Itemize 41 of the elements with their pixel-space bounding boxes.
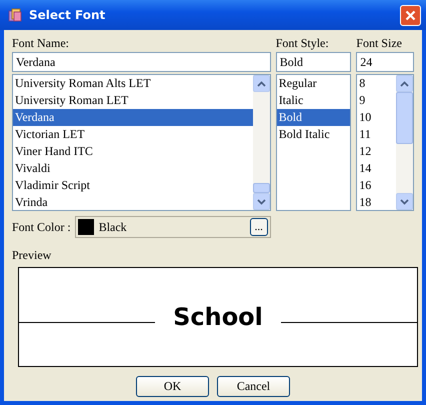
list-item[interactable]: Vrinda — [13, 194, 253, 210]
list-item[interactable]: Italic — [276, 92, 350, 109]
preview-label: Preview — [12, 248, 52, 263]
list-item[interactable]: 10 — [357, 109, 396, 126]
list-item[interactable]: 8 — [357, 75, 396, 92]
list-item[interactable]: 9 — [357, 92, 396, 109]
list-item[interactable]: Viner Hand ITC — [13, 143, 253, 160]
field-label: Font Size — [356, 36, 403, 51]
list-item[interactable]: 12 — [357, 143, 396, 160]
list-item[interactable]: Victorian LET — [13, 126, 253, 143]
list-item[interactable]: 16 — [357, 177, 396, 194]
close-icon — [405, 10, 416, 20]
list-item[interactable]: University Roman Alts LET — [13, 75, 253, 92]
dialog-button[interactable]: OK — [136, 376, 209, 397]
browse-button[interactable]: ... — [250, 218, 268, 236]
input-field[interactable]: Bold — [276, 52, 352, 72]
scroll-thumb[interactable] — [252, 183, 270, 193]
field-label: Font Style: — [276, 36, 330, 51]
field-label: Font Name: — [12, 36, 70, 51]
close-button[interactable] — [400, 4, 421, 26]
list-item[interactable]: Regular — [276, 75, 350, 92]
preview-text: School — [172, 303, 264, 331]
scrollbar[interactable] — [396, 75, 413, 210]
input-field[interactable]: Verdana — [12, 52, 271, 72]
scrollbar[interactable] — [252, 75, 270, 210]
list-item[interactable]: Verdana — [13, 109, 253, 126]
color-name: Black — [98, 220, 128, 234]
list-item[interactable]: Bold — [276, 109, 350, 126]
list-item[interactable]: 14 — [357, 160, 396, 177]
list-item[interactable]: 18 — [357, 194, 396, 210]
window-title: Select Font — [29, 8, 106, 22]
list-item[interactable]: 11 — [357, 126, 396, 143]
dialog-button[interactable]: Cancel — [217, 376, 290, 397]
list-item[interactable]: Vivaldi — [13, 160, 253, 177]
input-field[interactable]: 24 — [356, 52, 414, 72]
list-item[interactable]: University Roman LET — [13, 92, 253, 109]
scroll-thumb[interactable] — [396, 92, 413, 144]
books-icon — [7, 7, 23, 23]
field-label: Font Color : — [12, 220, 71, 234]
list-item[interactable]: Vladimir Script — [13, 177, 253, 194]
list-item[interactable]: Bold Italic — [276, 126, 350, 143]
